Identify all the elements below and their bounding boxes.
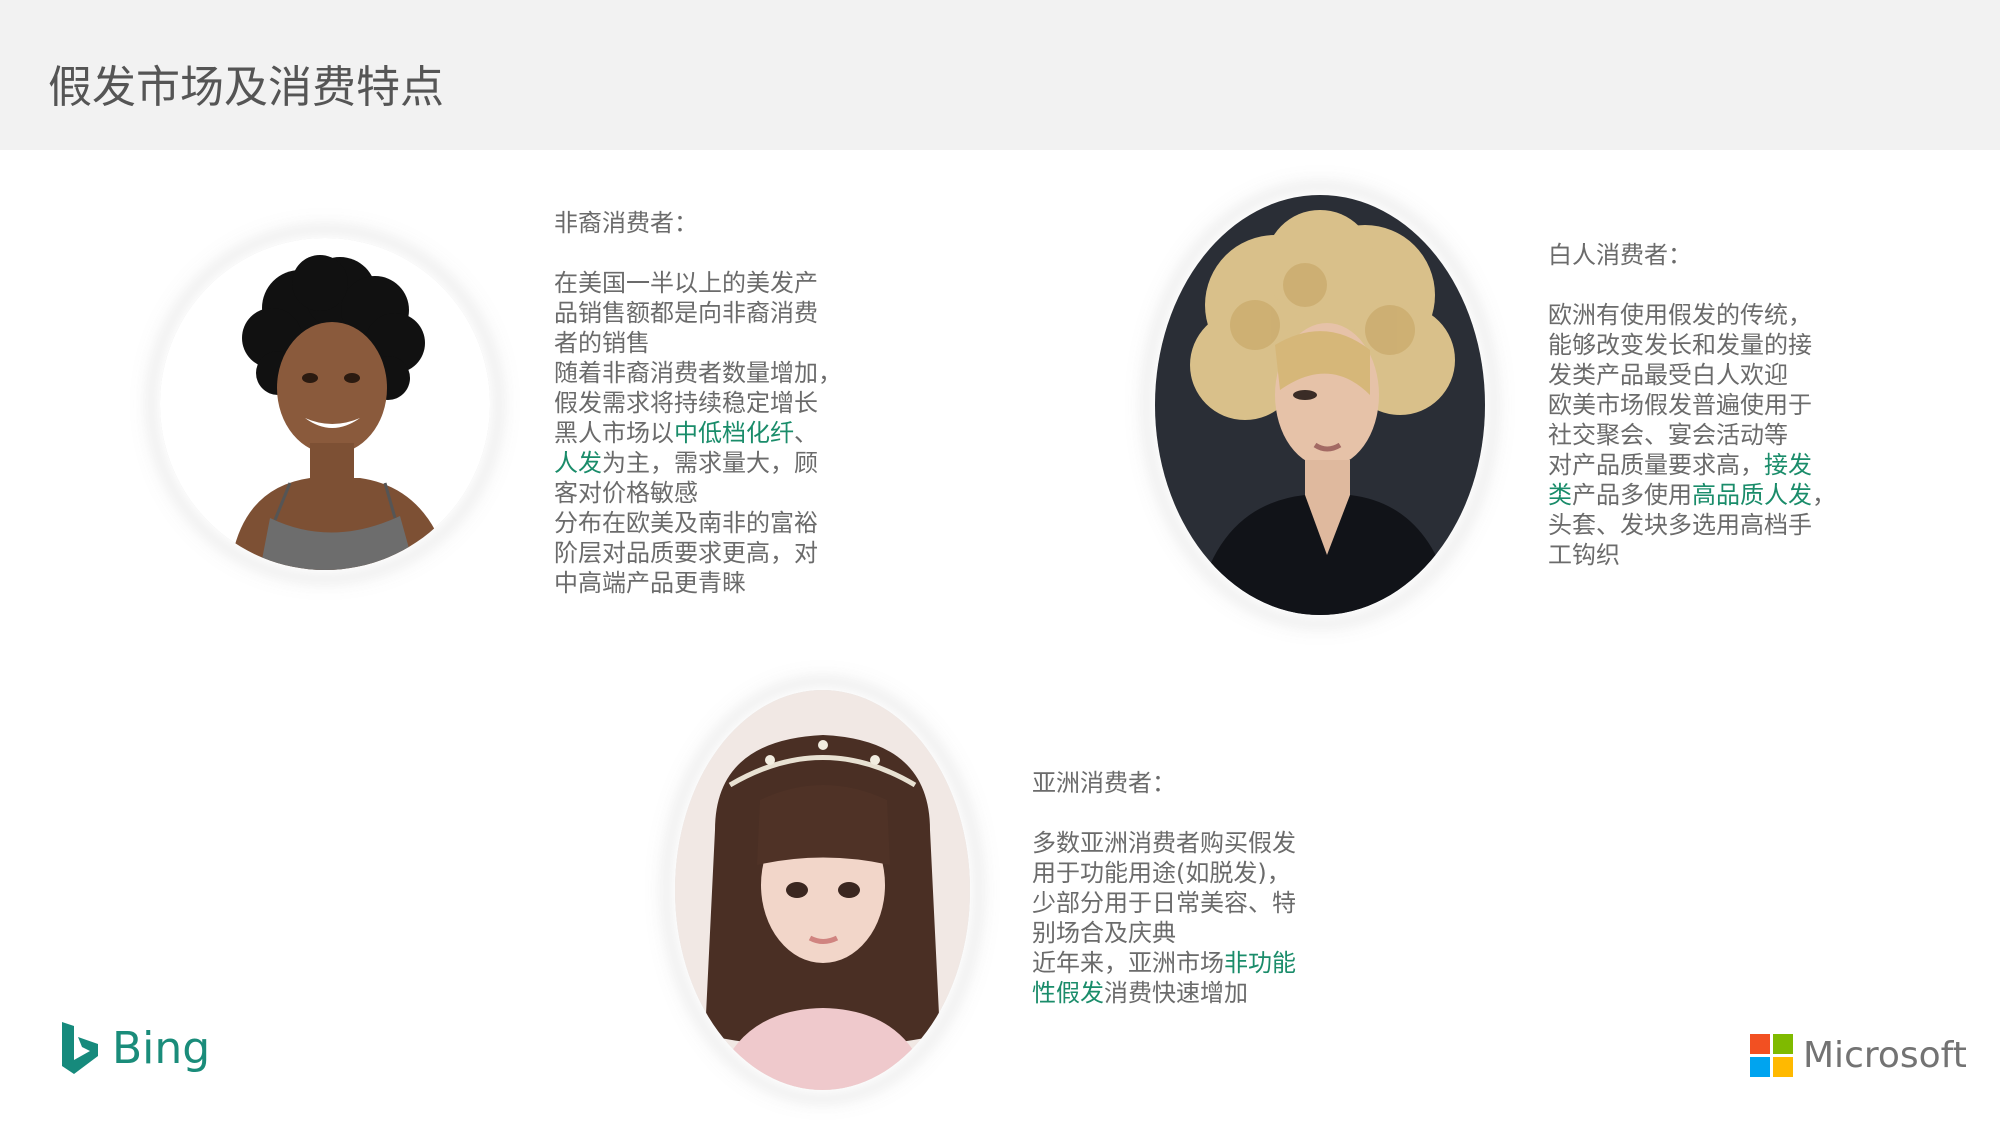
ms-square-yellow: [1773, 1057, 1793, 1077]
microsoft-logo: Microsoft: [1750, 1034, 1967, 1077]
highlight-text: 非功能: [1224, 949, 1296, 977]
body-text: 对产品质量要求高，: [1548, 451, 1764, 479]
white-heading: 白人消费者：: [1548, 241, 1692, 269]
bing-logo-icon: [62, 1022, 98, 1074]
african-line: 品销售额都是向非裔消费: [554, 298, 842, 328]
white-line: 对产品质量要求高，接发: [1548, 450, 1836, 480]
ms-square-blue: [1750, 1057, 1770, 1077]
bing-logo: Bing: [60, 1018, 210, 1078]
ms-square-red: [1750, 1034, 1770, 1054]
asian-line: 性假发消费快速增加: [1032, 978, 1296, 1008]
body-text: 阶层对品质要求更高，对: [554, 539, 818, 567]
white-line: 类产品多使用高品质人发，: [1548, 480, 1836, 510]
highlight-text: 人发: [554, 449, 602, 477]
highlight-text: 性假发: [1032, 979, 1104, 1007]
slide-title: 假发市场及消费特点: [48, 62, 444, 113]
body-text: 品销售额都是向非裔消费: [554, 299, 818, 327]
african-line: 在美国一半以上的美发产: [554, 268, 842, 298]
white-line: 欧洲有使用假发的传统，: [1548, 300, 1836, 330]
african-woman-image: [160, 238, 490, 570]
body-text: 假发需求将持续稳定增长: [554, 389, 818, 417]
body-text: 发类产品最受白人欢迎: [1548, 361, 1788, 389]
white-consumer-text: 白人消费者： 欧洲有使用假发的传统， 能够改变发长和发量的接 发类产品最受白人欢迎 欧美…: [1548, 240, 1836, 570]
ms-square-green: [1773, 1034, 1793, 1054]
body-text: 用于功能用途(如脱发)，: [1032, 859, 1291, 887]
african-line: 分布在欧美及南非的富裕: [554, 508, 842, 538]
body-text: 产品多使用: [1572, 481, 1692, 509]
white-line: 社交聚会、宴会活动等: [1548, 420, 1836, 450]
body-text: 头套、发块多选用高档手: [1548, 511, 1812, 539]
african-consumer-text: 非裔消费者： 在美国一半以上的美发产 品销售额都是向非裔消费 者的销售 随着非裔消费者数…: [554, 208, 842, 598]
bing-logo-text: Bing: [112, 1022, 211, 1074]
microsoft-logo-icon: [1750, 1034, 1793, 1077]
asian-line: 别场合及庆典: [1032, 918, 1296, 948]
white-line: 欧美市场假发普遍使用于: [1548, 390, 1836, 420]
asian-line: 多数亚洲消费者购买假发: [1032, 828, 1296, 858]
blonde-woman-image: [1155, 195, 1485, 615]
african-woman-portrait: [160, 238, 490, 570]
african-line: 中高端产品更青睐: [554, 568, 842, 598]
asian-consumer-text: 亚洲消费者： 多数亚洲消费者购买假发 用于功能用途(如脱发)， 少部分用于日常美容、特…: [1032, 768, 1296, 1008]
body-text: 工钩织: [1548, 541, 1620, 569]
highlight-text: 中低档化纤: [674, 419, 794, 447]
african-line: 随着非裔消费者数量增加，: [554, 358, 842, 388]
microsoft-logo-text: Microsoft: [1803, 1035, 1967, 1076]
asian-line: 少部分用于日常美容、特: [1032, 888, 1296, 918]
african-line: 人发为主，需求量大，顾: [554, 448, 842, 478]
body-text: 在美国一半以上的美发产: [554, 269, 818, 297]
body-text: 能够改变发长和发量的接: [1548, 331, 1812, 359]
body-text: 欧美市场假发普遍使用于: [1548, 391, 1812, 419]
body-text: 社交聚会、宴会活动等: [1548, 421, 1788, 449]
asian-line: 近年来，亚洲市场非功能: [1032, 948, 1296, 978]
body-text: 黑人市场以: [554, 419, 674, 447]
body-text: 消费快速增加: [1104, 979, 1248, 1007]
asian-woman-portrait: [675, 690, 970, 1090]
body-text: 少部分用于日常美容、特: [1032, 889, 1296, 917]
asian-heading: 亚洲消费者：: [1032, 769, 1176, 797]
body-text: 、: [794, 419, 818, 447]
african-line: 假发需求将持续稳定增长: [554, 388, 842, 418]
blonde-woman-portrait: [1155, 195, 1485, 615]
asian-woman-image: [675, 690, 970, 1090]
body-text: 者的销售: [554, 329, 650, 357]
body-text: 客对价格敏感: [554, 479, 698, 507]
african-line: 阶层对品质要求更高，对: [554, 538, 842, 568]
body-text: ，: [1812, 481, 1836, 509]
african-line: 客对价格敏感: [554, 478, 842, 508]
body-text: 欧洲有使用假发的传统，: [1548, 301, 1812, 329]
white-line: 能够改变发长和发量的接: [1548, 330, 1836, 360]
body-text: 别场合及庆典: [1032, 919, 1176, 947]
white-line: 发类产品最受白人欢迎: [1548, 360, 1836, 390]
asian-line: 用于功能用途(如脱发)，: [1032, 858, 1296, 888]
african-heading: 非裔消费者：: [554, 209, 698, 237]
title-bar: 假发市场及消费特点: [0, 0, 2000, 150]
highlight-text: 类: [1548, 481, 1572, 509]
white-line: 头套、发块多选用高档手: [1548, 510, 1836, 540]
body-text: 分布在欧美及南非的富裕: [554, 509, 818, 537]
african-line: 黑人市场以中低档化纤、: [554, 418, 842, 448]
highlight-text: 接发: [1764, 451, 1812, 479]
african-line: 者的销售: [554, 328, 842, 358]
body-text: 近年来，亚洲市场: [1032, 949, 1224, 977]
body-text: 为主，需求量大，顾: [602, 449, 818, 477]
body-text: 随着非裔消费者数量增加，: [554, 359, 842, 387]
body-text: 多数亚洲消费者购买假发: [1032, 829, 1296, 857]
body-text: 中高端产品更青睐: [554, 569, 746, 597]
highlight-text: 高品质人发: [1692, 481, 1812, 509]
white-line: 工钩织: [1548, 540, 1836, 570]
